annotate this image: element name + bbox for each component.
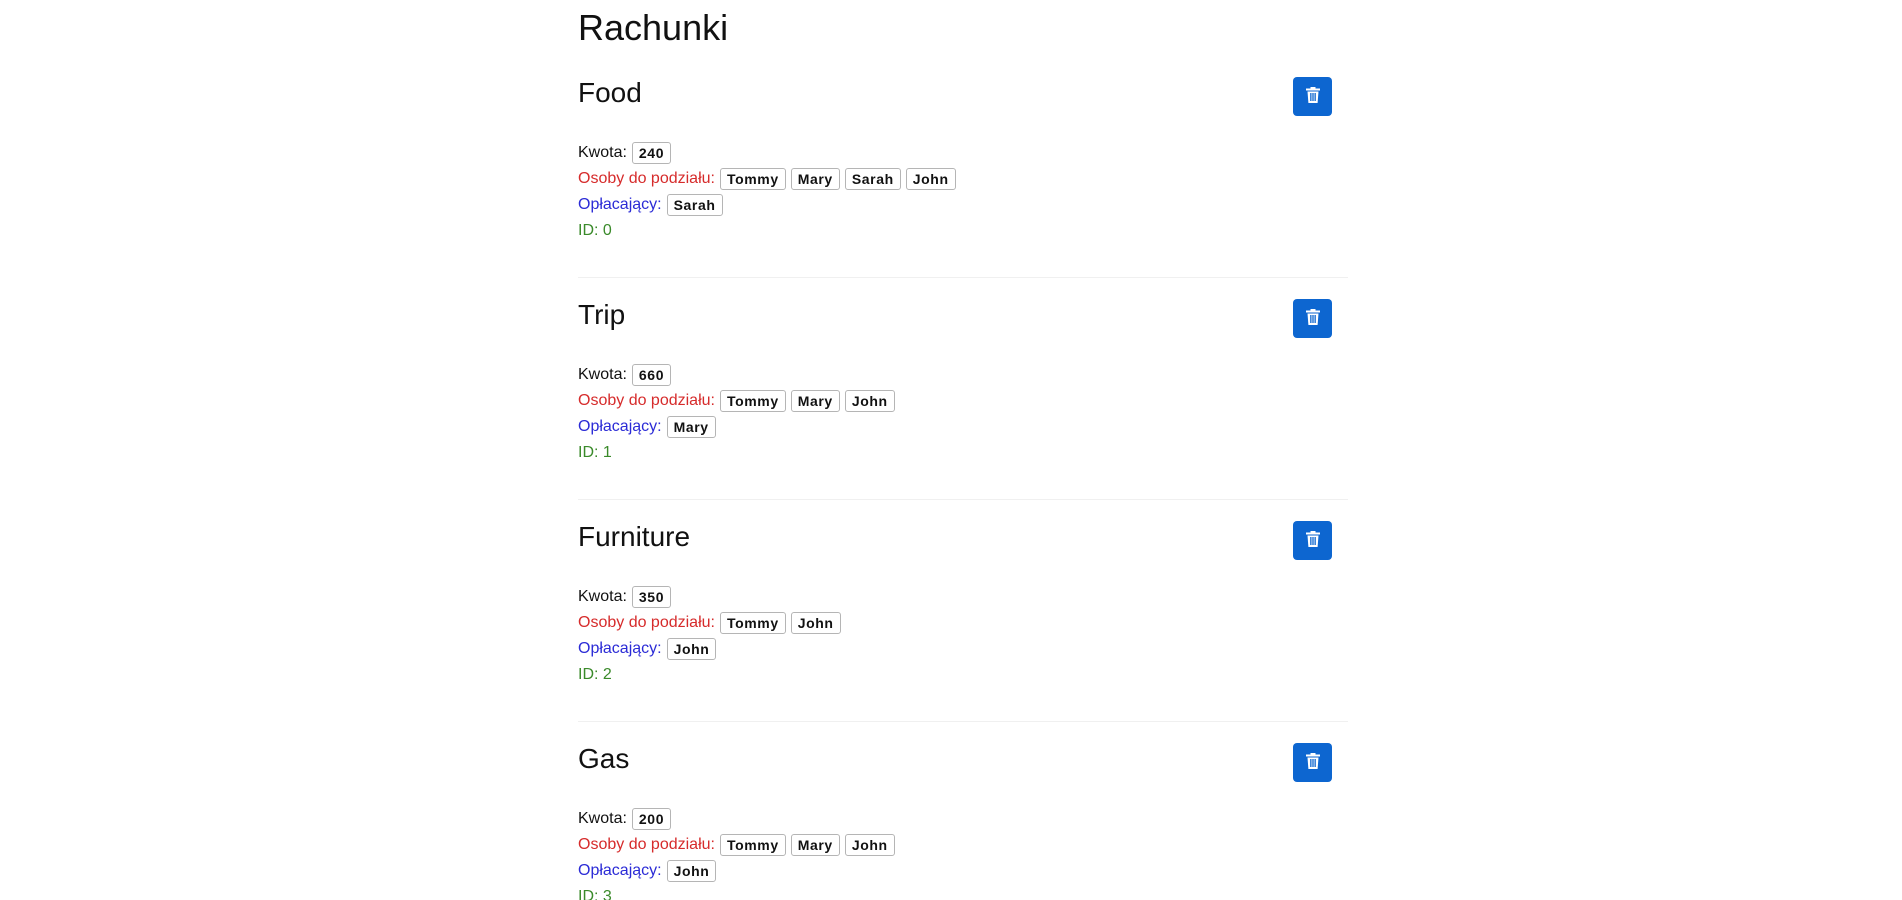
split-row: Osoby do podziału: Tommy Mary John — [578, 388, 1348, 414]
bill-id: ID: 2 — [578, 665, 612, 685]
id-row: ID: 0 — [578, 218, 1348, 244]
id-row: ID: 2 — [578, 662, 1348, 688]
bill-title: Trip — [578, 299, 626, 330]
amount-row: Kwota: 660 — [578, 362, 1348, 388]
bill-list: Food Kwota: 240 Osoby do podziału: Tommy… — [578, 56, 1348, 900]
id-row: ID: 3 — [578, 884, 1348, 900]
bill-card: Gas Kwota: 200 Osoby do podziału: Tommy … — [578, 722, 1348, 900]
bill-title: Furniture — [578, 521, 691, 552]
payer-tag: Mary — [666, 416, 716, 438]
page-title: Rachunki — [578, 7, 729, 48]
payer-tag: John — [666, 638, 717, 660]
bill-id: ID: 1 — [578, 443, 612, 463]
bill-title: Gas — [578, 743, 630, 774]
bill-card: Furniture Kwota: 350 Osoby do podziału: — [578, 500, 1348, 722]
bill-details: Kwota: 660 Osoby do podziału: Tommy Mary J… — [578, 362, 1348, 466]
amount-value: 200 — [631, 808, 672, 830]
amount-value: 350 — [631, 586, 672, 608]
delete-bill-button[interactable] — [1293, 521, 1332, 560]
id-label: ID: — [578, 666, 603, 683]
id-label: ID: — [578, 888, 603, 900]
split-person-tag: Mary — [790, 168, 840, 190]
split-label: Osoby do podziału: — [578, 614, 715, 631]
id-label: ID: — [578, 222, 603, 239]
amount-label: Kwota: — [578, 366, 627, 383]
split-row: Osoby do podziału: Tommy Mary Sarah John — [578, 166, 1348, 192]
id-value: 3 — [602, 888, 612, 900]
amount-value: 660 — [631, 364, 672, 386]
payer-row: Opłacający: John — [578, 636, 1348, 662]
split-person-tag: Tommy — [719, 612, 786, 634]
split-person-tag: John — [844, 390, 895, 412]
split-row: Osoby do podziału: Tommy John — [578, 610, 1348, 636]
id-value: 0 — [602, 222, 612, 239]
bill-card: Food Kwota: 240 Osoby do podziału: Tommy… — [578, 56, 1348, 278]
split-person-tag: Tommy — [719, 390, 786, 412]
split-label: Osoby do podziału: — [578, 836, 715, 853]
trash-icon — [1305, 87, 1320, 106]
bill-id: ID: 3 — [578, 887, 612, 900]
trash-icon — [1305, 309, 1320, 328]
amount-row: Kwota: 240 — [578, 140, 1348, 166]
amount-value: 240 — [631, 142, 672, 164]
split-person-tag: Mary — [790, 390, 840, 412]
bill-title: Food — [578, 77, 642, 108]
bill-details: Kwota: 200 Osoby do podziału: Tommy Mary J… — [578, 806, 1348, 900]
id-row: ID: 1 — [578, 440, 1348, 466]
split-person-tag: Mary — [790, 834, 840, 856]
payer-tag: John — [666, 860, 717, 882]
bill-id: ID: 0 — [578, 221, 612, 241]
payer-tag: Sarah — [666, 194, 723, 216]
id-label: ID: — [578, 444, 603, 461]
amount-label: Kwota: — [578, 144, 627, 161]
id-value: 2 — [602, 666, 612, 683]
split-label: Osoby do podziału: — [578, 392, 715, 409]
split-person-tag: John — [790, 612, 841, 634]
split-people: Tommy Mary Sarah John — [719, 168, 961, 190]
amount-row: Kwota: 350 — [578, 584, 1348, 610]
split-person-tag: John — [844, 834, 895, 856]
split-row: Osoby do podziału: Tommy Mary John — [578, 832, 1348, 858]
bill-details: Kwota: 240 Osoby do podziału: Tommy Mary S… — [578, 140, 1348, 244]
payer-label: Opłacający: — [578, 640, 662, 657]
payer-label: Opłacający: — [578, 196, 662, 213]
trash-icon — [1305, 531, 1320, 550]
delete-bill-button[interactable] — [1293, 743, 1332, 782]
trash-icon — [1305, 753, 1320, 772]
amount-label: Kwota: — [578, 588, 627, 605]
split-label: Osoby do podziału: — [578, 170, 715, 187]
page: Rachunki Food Kwota: 240 Osoby do podzia… — [578, 0, 1348, 900]
payer-row: Opłacający: Mary — [578, 414, 1348, 440]
bill-details: Kwota: 350 Osoby do podziału: Tommy John … — [578, 584, 1348, 688]
split-people: Tommy Mary John — [719, 834, 900, 856]
payer-row: Opłacający: John — [578, 858, 1348, 884]
payer-row: Opłacający: Sarah — [578, 192, 1348, 218]
delete-bill-button[interactable] — [1293, 77, 1332, 116]
split-person-tag: Tommy — [719, 168, 786, 190]
split-people: Tommy John — [719, 612, 846, 634]
amount-row: Kwota: 200 — [578, 806, 1348, 832]
id-value: 1 — [602, 444, 612, 461]
payer-label: Opłacający: — [578, 418, 662, 435]
split-person-tag: John — [905, 168, 956, 190]
split-person-tag: Tommy — [719, 834, 786, 856]
split-person-tag: Sarah — [844, 168, 901, 190]
amount-label: Kwota: — [578, 810, 627, 827]
payer-label: Opłacający: — [578, 862, 662, 879]
split-people: Tommy Mary John — [719, 390, 900, 412]
delete-bill-button[interactable] — [1293, 299, 1332, 338]
bill-card: Trip Kwota: 660 Osoby do podziału: Tommy… — [578, 278, 1348, 500]
